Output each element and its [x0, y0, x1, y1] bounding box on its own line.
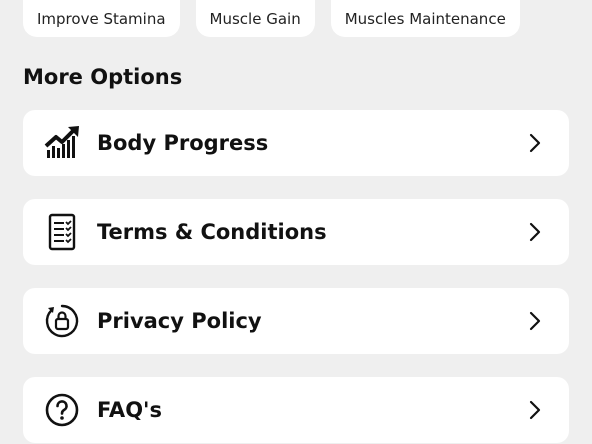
question-circle-icon	[43, 391, 81, 429]
option-label: FAQ's	[97, 398, 162, 422]
lock-circle-icon	[43, 302, 81, 340]
chevron-right-icon	[529, 222, 541, 242]
chip-muscles-maintenance[interactable]: Muscles Maintenance	[330, 0, 520, 37]
option-faqs[interactable]: FAQ's	[23, 377, 569, 443]
checklist-document-icon	[43, 213, 81, 251]
chevron-right-icon	[529, 400, 541, 420]
more-options-heading: More Options	[23, 65, 183, 89]
chevron-right-icon	[529, 133, 541, 153]
option-body-progress[interactable]: Body Progress	[23, 110, 569, 176]
option-label: Body Progress	[97, 131, 269, 155]
chart-trending-up-icon	[43, 124, 81, 162]
goal-chip-row: Improve Stamina Muscle Gain Muscles Main…	[23, 0, 520, 37]
chevron-right-icon	[529, 311, 541, 331]
option-label: Terms & Conditions	[97, 220, 327, 244]
chip-muscle-gain[interactable]: Muscle Gain	[195, 0, 315, 37]
option-privacy-policy[interactable]: Privacy Policy	[23, 288, 569, 354]
option-terms-conditions[interactable]: Terms & Conditions	[23, 199, 569, 265]
chip-improve-stamina[interactable]: Improve Stamina	[23, 0, 180, 37]
option-label: Privacy Policy	[97, 309, 262, 333]
